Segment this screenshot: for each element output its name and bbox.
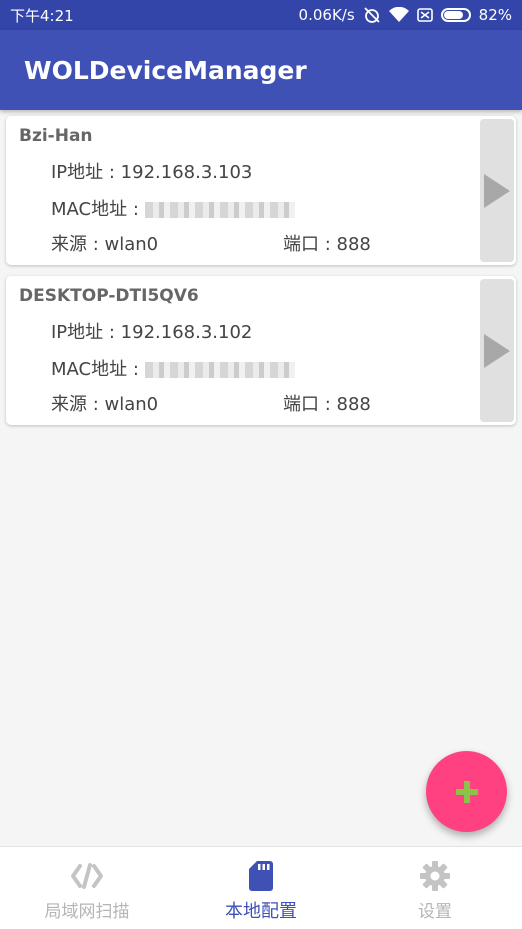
tab-label: 本地配置	[225, 901, 297, 922]
plus-icon	[455, 780, 478, 803]
wake-device-button[interactable]	[480, 119, 514, 262]
app-title: WOLDeviceManager	[24, 55, 307, 85]
tab-lan-scan[interactable]: 局域网扫描	[0, 847, 174, 929]
mac-label: MAC地址 :	[51, 199, 139, 220]
mac-redacted	[144, 362, 295, 378]
device-name: Bzi-Han	[19, 126, 93, 146]
app-bar: WOLDeviceManager	[0, 30, 522, 110]
device-mac: MAC地址 :	[51, 195, 295, 221]
network-speed: 0.06K/s	[298, 6, 355, 24]
status-indicators: 0.06K/s 82%	[299, 6, 512, 24]
status-bar: 下午4:21 0.06K/s 82%	[0, 0, 522, 30]
tab-settings[interactable]: 设置	[348, 847, 522, 929]
device-port: 端口 : 888	[283, 234, 371, 255]
sim-icon	[416, 8, 433, 22]
device-source: 来源 : wlan0	[51, 234, 159, 255]
device-card[interactable]: Bzi-Han IP地址 : 192.168.3.103 MAC地址 : 来源 …	[6, 116, 516, 265]
bottom-navigation: 局域网扫描 本地配置 设置	[0, 846, 522, 929]
gear-icon	[420, 861, 450, 891]
sd-card-icon	[249, 861, 273, 891]
mac-label: MAC地址 :	[51, 359, 139, 380]
battery-percent: 82%	[478, 6, 512, 24]
add-device-button[interactable]	[426, 751, 507, 832]
tab-label: 设置	[418, 902, 452, 922]
device-source: 来源 : wlan0	[51, 394, 159, 415]
device-name: DESKTOP-DTI5QV6	[19, 286, 199, 306]
device-port: 端口 : 888	[283, 394, 371, 415]
wifi-icon	[388, 7, 409, 23]
play-arrow-icon	[484, 333, 510, 368]
device-card[interactable]: DESKTOP-DTI5QV6 IP地址 : 192.168.3.102 MAC…	[6, 276, 516, 425]
mac-redacted	[144, 202, 295, 218]
status-time: 下午4:21	[10, 6, 74, 25]
tab-label: 局域网扫描	[44, 902, 130, 922]
wake-device-button[interactable]	[480, 279, 514, 422]
device-ip: IP地址 : 192.168.3.102	[51, 322, 253, 343]
code-icon	[71, 863, 103, 889]
alarm-off-icon	[363, 6, 381, 24]
device-mac: MAC地址 :	[51, 355, 295, 381]
play-arrow-icon	[484, 173, 510, 208]
device-ip: IP地址 : 192.168.3.103	[51, 162, 253, 183]
tab-local-config[interactable]: 本地配置	[174, 847, 348, 929]
battery-icon	[440, 8, 471, 22]
